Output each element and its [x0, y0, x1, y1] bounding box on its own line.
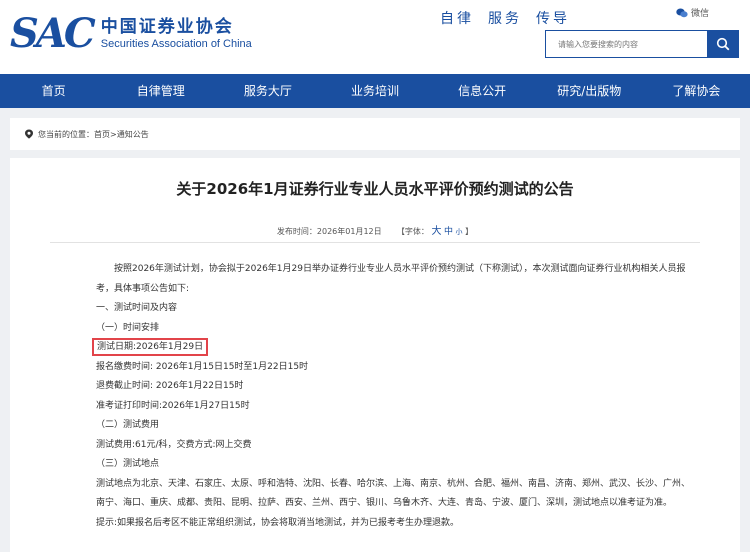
wechat-link[interactable]: 微信 [676, 6, 709, 19]
logo-chinese-name: 中国证券业协会 [100, 17, 234, 37]
logo-english-name: Securities Association of China [100, 38, 252, 50]
header-motto: 自律 服务 传导 [440, 8, 570, 28]
article-body: 按照2026年测试计划，协会拟于2026年1月29日举办证券行业专业人员水平评价… [92, 260, 696, 533]
nav-item-training[interactable]: 业务培训 [321, 74, 428, 108]
publish-date: 2026年01月12日 [316, 227, 382, 236]
nav-item-about[interactable]: 了解协会 [643, 74, 750, 108]
motto-item: 自律 [440, 11, 474, 27]
wechat-icon [676, 8, 688, 17]
test-fee: 测试费用:61元/科，交费方式:网上交费 [96, 439, 252, 450]
nav-item-service-hall[interactable]: 服务大厅 [214, 74, 321, 108]
logo-text: 中国证券业协会 Securities Association of China [101, 17, 252, 51]
search-icon [716, 37, 730, 51]
test-locations: 测试地点为北京、天津、石家庄、太原、呼和浩特、沈阳、长春、哈尔滨、上海、南京、杭… [96, 478, 691, 509]
article-title: 关于2026年1月证券行业专业人员水平评价预约测试的公告 [176, 180, 574, 198]
article-panel: 关于2026年1月证券行业专业人员水平评价预约测试的公告 发布时间：2026年0… [10, 158, 740, 552]
subsection-heading: （一）时间安排 [96, 322, 160, 333]
subsection-heading: （二）测试费用 [96, 420, 160, 430]
breadcrumb-current[interactable]: 通知公告 [117, 129, 149, 140]
tip-paragraph: 提示:如果报名后考区不能正常组织测试，协会将取消当地测试，并为已报考考生办理退款… [96, 517, 460, 528]
test-date-highlight: 测试日期:2026年1月29日 [92, 338, 209, 356]
publish-label: 发布时间： [276, 227, 317, 236]
motto-item: 传导 [536, 11, 570, 27]
nav-item-home[interactable]: 首页 [0, 74, 107, 108]
font-size-small[interactable]: 小 [456, 228, 463, 236]
nav-item-research[interactable]: 研究/出版物 [536, 74, 643, 108]
search-bar [545, 30, 739, 58]
logo-mark: SAC [10, 10, 96, 57]
site-logo[interactable]: SAC 中国证券业协会 Securities Association of Ch… [10, 12, 252, 56]
intro-paragraph: 按照2026年测试计划，协会拟于2026年1月29日举办证券行业专业人员水平评价… [96, 264, 686, 294]
registration-time: 报名缴费时间: 2026年1月15日15时至1月22日15时 [96, 361, 309, 372]
wechat-label: 微信 [691, 9, 710, 19]
motto-item: 服务 [488, 11, 522, 27]
font-size-medium[interactable]: 中 [444, 227, 453, 237]
breadcrumb-label: 您当前的位置： [38, 129, 94, 139]
font-size-label: 【字体： [396, 227, 429, 236]
location-pin-icon [25, 129, 33, 139]
main-nav: 首页 自律管理 服务大厅 业务培训 信息公开 研究/出版物 了解协会 [0, 74, 750, 108]
subsection-heading: （三）测试地点 [96, 459, 160, 469]
refund-deadline: 退费截止时间: 2026年1月22日15时 [96, 381, 244, 391]
admission-ticket-time: 准考证打印时间:2026年1月27日15时 [96, 400, 250, 411]
section-heading: 一、测试时间及内容 [96, 303, 178, 313]
breadcrumb: 您当前的位置： 首页 > 通知公告 [10, 118, 740, 150]
breadcrumb-home[interactable]: 首页 [94, 129, 110, 140]
site-header: SAC 中国证券业协会 Securities Association of Ch… [0, 0, 750, 74]
nav-item-disclosure[interactable]: 信息公开 [429, 74, 536, 108]
title-divider [50, 242, 700, 243]
test-date-line: 测试日期:2026年1月29日 [92, 338, 696, 358]
search-button[interactable] [707, 30, 739, 58]
font-size-close: 】 [465, 227, 474, 236]
breadcrumb-separator: > [110, 129, 117, 139]
article-meta: 发布时间：2026年01月12日 【字体： 大 中 小 】 [10, 222, 740, 237]
font-size-large[interactable]: 大 [431, 226, 441, 237]
nav-item-self-regulation[interactable]: 自律管理 [107, 74, 214, 108]
search-input[interactable] [545, 30, 707, 58]
